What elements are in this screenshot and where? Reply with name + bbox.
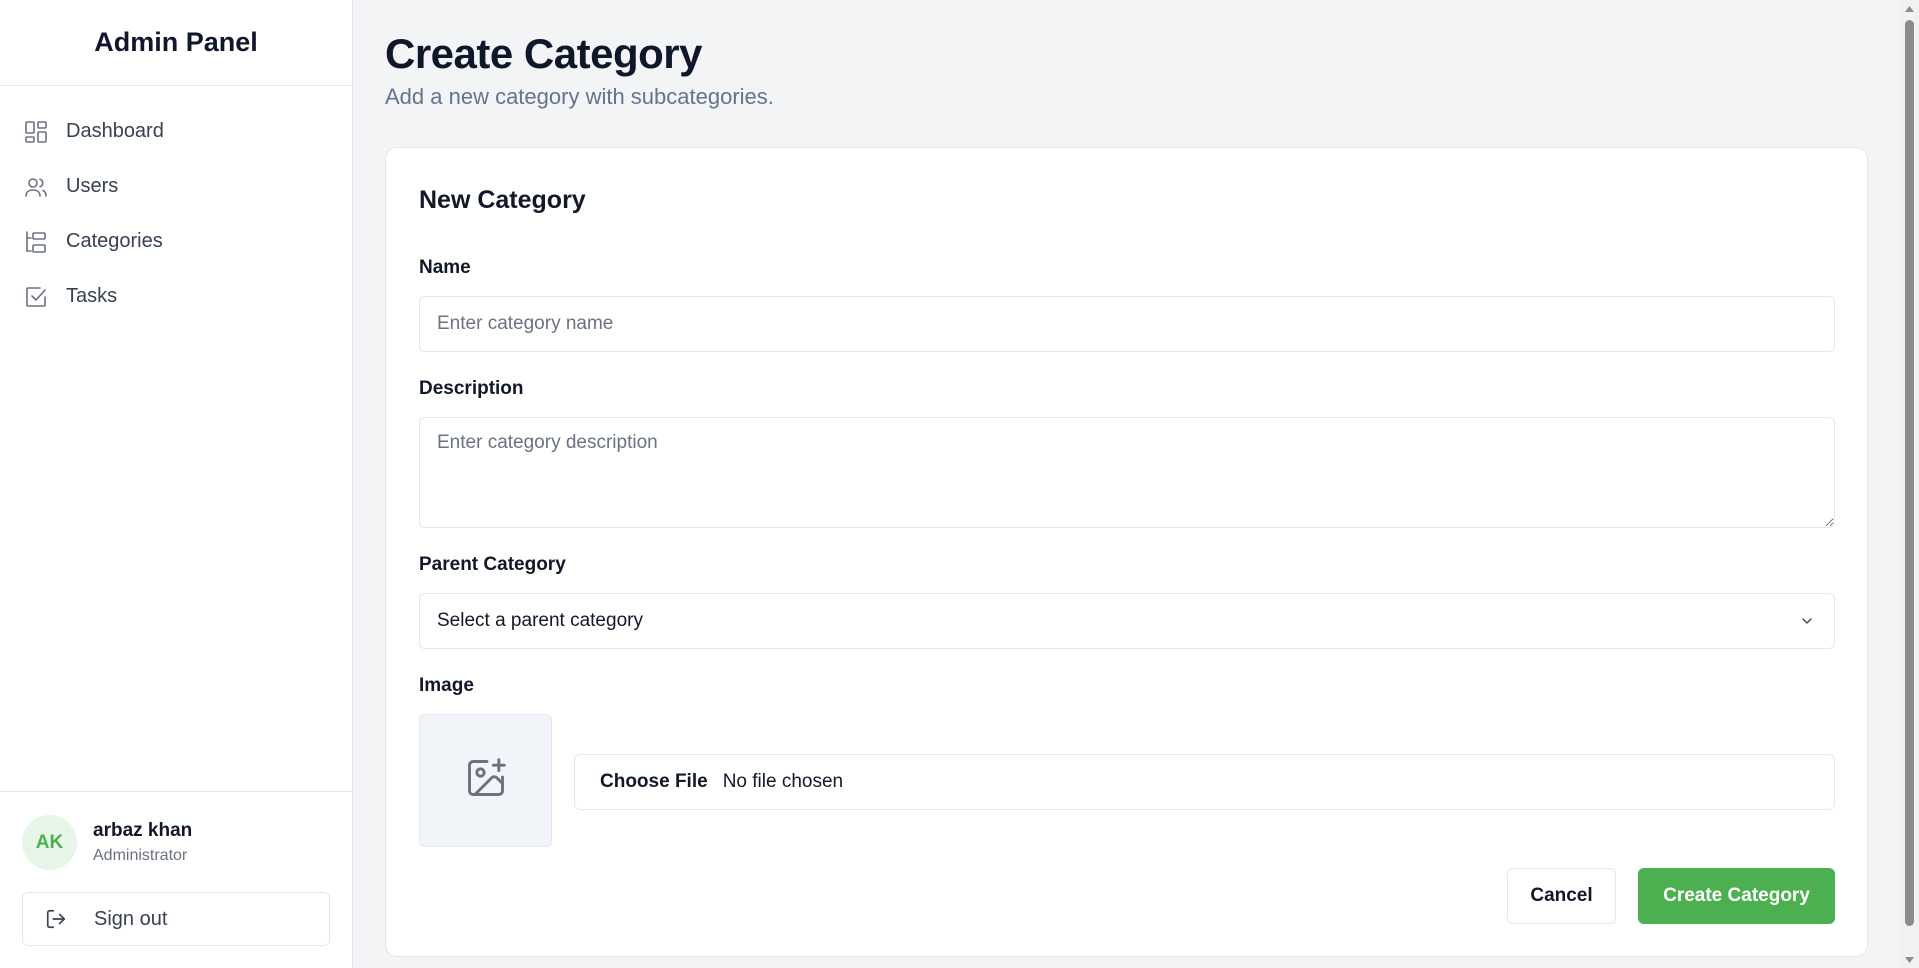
user-profile: AK arbaz khan Administrator xyxy=(0,792,352,870)
tasks-icon xyxy=(23,284,48,309)
scroll-up-icon[interactable] xyxy=(1900,0,1919,17)
dashboard-icon xyxy=(23,119,48,144)
scroll-down-icon[interactable] xyxy=(1900,951,1919,968)
sidebar-item-label: Users xyxy=(66,175,119,197)
choose-file-button[interactable]: Choose File xyxy=(600,771,708,793)
sidebar-item-tasks[interactable]: Tasks xyxy=(0,269,352,324)
description-label: Description xyxy=(419,378,524,399)
category-name-input[interactable] xyxy=(419,296,1835,352)
form-title: New Category xyxy=(419,186,586,214)
sidebar-item-dashboard[interactable]: Dashboard xyxy=(0,104,352,159)
main-content: Create Category Add a new category with … xyxy=(353,0,1900,968)
brand-title: Admin Panel xyxy=(94,27,258,57)
users-icon xyxy=(23,174,48,199)
page-subtitle: Add a new category with subcategories. xyxy=(385,84,774,109)
create-category-button[interactable]: Create Category xyxy=(1638,868,1835,924)
sign-out-icon xyxy=(45,907,69,931)
page-title: Create Category xyxy=(385,30,702,77)
user-info: arbaz khan Administrator xyxy=(93,820,192,865)
image-plus-icon xyxy=(464,756,508,805)
user-name: arbaz khan xyxy=(93,820,193,841)
sign-out-label: Sign out xyxy=(94,907,168,930)
scrollbar-thumb[interactable] xyxy=(1905,20,1914,926)
user-role: Administrator xyxy=(93,847,188,864)
cancel-button[interactable]: Cancel xyxy=(1507,868,1616,924)
parent-category-select[interactable]: Select a parent category xyxy=(419,593,1835,649)
avatar: AK xyxy=(22,815,77,870)
sidebar-nav: Dashboard Users Categories Tasks xyxy=(0,86,352,324)
sidebar-item-categories[interactable]: Categories xyxy=(0,214,352,269)
sidebar-item-users[interactable]: Users xyxy=(0,159,352,214)
chevron-down-icon xyxy=(1799,612,1817,630)
file-status: No file chosen xyxy=(722,771,844,792)
sidebar-item-label: Dashboard xyxy=(66,120,164,142)
image-label: Image xyxy=(419,675,474,696)
category-form-card: New Category Name Description Parent Cat… xyxy=(385,147,1868,957)
categories-icon xyxy=(23,229,48,254)
page-scrollbar[interactable] xyxy=(1900,0,1919,968)
image-preview xyxy=(419,714,552,847)
sidebar: Admin Panel Dashboard Users Categories T… xyxy=(0,0,353,968)
sidebar-item-label: Tasks xyxy=(66,285,118,307)
parent-category-value: Select a parent category xyxy=(437,610,643,631)
sidebar-item-label: Categories xyxy=(66,230,163,252)
user-panel: AK arbaz khan Administrator Sign out xyxy=(0,791,352,968)
sign-out-button[interactable]: Sign out xyxy=(22,892,330,946)
image-file-input[interactable]: Choose File No file chosen xyxy=(574,754,1835,810)
brand-header: Admin Panel xyxy=(0,0,352,86)
name-label: Name xyxy=(419,257,471,278)
category-description-input[interactable] xyxy=(419,417,1835,528)
parent-category-label: Parent Category xyxy=(419,554,566,575)
